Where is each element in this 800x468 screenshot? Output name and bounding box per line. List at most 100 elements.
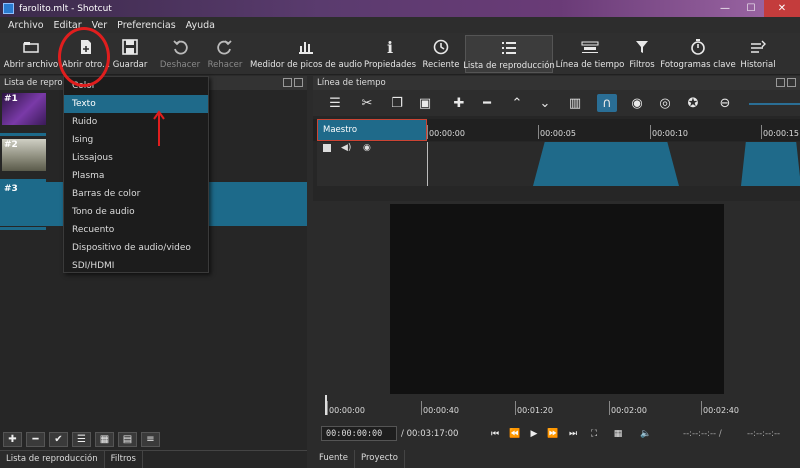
mute-icon[interactable]: ◀)	[341, 143, 351, 153]
timeline-panel: Línea de tiempo ☰ ✂ ❐ ▣ ✚ ━ ⌃ ⌄ ▥ ∩ ◉ ◎ …	[313, 76, 800, 201]
playlist-label: Lista de reproducción	[463, 61, 555, 71]
undo-label: Deshacer	[159, 60, 201, 70]
timeline-panel-header: Línea de tiempo	[313, 76, 800, 90]
remove-icon[interactable]: ━	[477, 94, 497, 112]
scrub-tick	[327, 401, 328, 415]
fast-forward-icon[interactable]: ⏩	[546, 427, 560, 441]
player-scrubber[interactable]: 00:00:00 00:00:40 00:01:20 00:02:00 00:0…	[313, 395, 800, 421]
timeline-icon	[579, 37, 601, 57]
menu-item-color-bars[interactable]: Barras de color	[64, 185, 208, 203]
append-icon[interactable]: ✚	[449, 94, 469, 112]
menu-item-ising[interactable]: Ising	[64, 131, 208, 149]
in-point: --:--:--:-- /	[683, 429, 722, 439]
timecode-input[interactable]: 00:00:00:00	[321, 426, 397, 441]
audio-meter-icon	[295, 37, 317, 57]
menu-archivo[interactable]: Archivo	[4, 20, 50, 31]
filter-icon	[631, 37, 653, 57]
timeline-clip[interactable]	[533, 142, 679, 186]
lift-icon[interactable]: ⌃	[507, 94, 527, 112]
tab-project[interactable]: Proyecto	[355, 450, 405, 468]
playhead[interactable]	[427, 142, 428, 186]
hide-icon[interactable]: ◉	[363, 143, 371, 153]
tick-mark	[761, 125, 762, 139]
track-header: ◀) ◉	[317, 142, 427, 186]
tab-playlist[interactable]: Lista de reproducción	[0, 451, 105, 468]
split-icon[interactable]: ▥	[565, 94, 585, 112]
menu-item-sdi-hdmi[interactable]: SDI/HDMI	[64, 257, 208, 275]
ripple-all-icon[interactable]: ✪	[683, 94, 703, 112]
volume-icon[interactable]: 🔈	[639, 427, 653, 441]
float-panel-icon[interactable]	[776, 78, 785, 87]
close-button[interactable]: ✕	[764, 0, 800, 17]
red-circle-annotation	[58, 27, 110, 87]
tiles-view-icon[interactable]: ▦	[95, 431, 114, 447]
ripple-icon[interactable]: ◎	[655, 94, 675, 112]
details-view-icon[interactable]: ☰	[72, 431, 91, 447]
scrub-tick	[515, 401, 516, 415]
maximize-button[interactable]: ☐	[738, 0, 764, 17]
overwrite-icon[interactable]: ⌄	[535, 94, 555, 112]
menu-icon[interactable]: ≡	[141, 431, 160, 447]
save-label: Guardar	[112, 60, 148, 70]
properties-button[interactable]: i Propiedades	[364, 35, 416, 73]
tick-label: 00:00:05	[540, 129, 576, 138]
copy-icon[interactable]: ❐	[387, 94, 407, 112]
menu-item-noise[interactable]: Ruido	[64, 113, 208, 131]
out-point: --:--:--:--	[747, 429, 781, 439]
icons-view-icon[interactable]: ▤	[118, 431, 137, 447]
redo-button[interactable]: Rehacer	[205, 35, 245, 73]
playlist-button[interactable]: Lista de reproducción	[463, 35, 555, 73]
zoom-out-icon[interactable]: ⊖	[715, 94, 735, 112]
minimize-button[interactable]: —	[712, 0, 738, 17]
menu-item-text[interactable]: Texto	[64, 95, 208, 113]
snap-icon[interactable]: ∩	[597, 94, 617, 112]
paste-icon[interactable]: ▣	[415, 94, 435, 112]
menu-ayuda[interactable]: Ayuda	[182, 20, 221, 31]
scrub-label: 00:02:40	[703, 406, 739, 415]
timeline-menu-icon[interactable]: ☰	[325, 94, 345, 112]
grid-icon[interactable]: ▦	[611, 427, 625, 441]
scrub-label: 00:02:00	[611, 406, 647, 415]
scrub-tick	[609, 401, 610, 415]
stopwatch-icon	[687, 37, 709, 57]
menu-item-lissajous[interactable]: Lissajous	[64, 149, 208, 167]
playlist-item-bar	[0, 227, 46, 230]
scrub-tick	[701, 401, 702, 415]
update-icon[interactable]: ✔	[49, 431, 68, 447]
playlist-item-bar	[0, 133, 46, 136]
master-track-label[interactable]: Maestro	[317, 119, 427, 141]
audio-meter-button[interactable]: Medidor de picos de audio	[250, 35, 362, 73]
float-panel-icon[interactable]	[283, 78, 292, 87]
add-icon[interactable]: ✚	[3, 431, 22, 447]
zoom-icon[interactable]: ⛶	[587, 427, 601, 441]
scrub-icon[interactable]: ◉	[627, 94, 647, 112]
rewind-icon[interactable]: ⏪	[508, 427, 522, 441]
zoom-slider[interactable]	[749, 103, 800, 105]
undo-button[interactable]: Deshacer	[158, 35, 202, 73]
cut-icon[interactable]: ✂	[357, 94, 377, 112]
open-file-button[interactable]: Abrir archivo	[4, 35, 58, 73]
history-button[interactable]: Historial	[740, 35, 776, 73]
recent-label: Reciente	[422, 60, 460, 70]
remove-icon[interactable]: ━	[26, 431, 45, 447]
timeline-clip[interactable]	[741, 142, 800, 186]
play-icon[interactable]: ▶	[527, 427, 541, 441]
tab-filters[interactable]: Filtros	[105, 451, 143, 468]
close-panel-icon[interactable]	[787, 78, 796, 87]
scrub-label: 00:00:40	[423, 406, 459, 415]
skip-next-icon[interactable]: ⏭	[566, 427, 580, 441]
menu-item-countdown[interactable]: Recuento	[64, 221, 208, 239]
timeline-button[interactable]: Línea de tiempo	[556, 35, 624, 73]
menu-preferencias[interactable]: Preferencias	[113, 20, 182, 31]
skip-previous-icon[interactable]: ⏮	[488, 427, 502, 441]
close-panel-icon[interactable]	[294, 78, 303, 87]
tab-source[interactable]: Fuente	[313, 450, 355, 468]
filters-button[interactable]: Filtros	[628, 35, 656, 73]
lock-icon[interactable]	[323, 144, 331, 152]
recent-button[interactable]: Reciente	[421, 35, 461, 73]
menu-item-plasma[interactable]: Plasma	[64, 167, 208, 185]
save-button[interactable]: Guardar	[113, 35, 147, 73]
keyframes-button[interactable]: Fotogramas clave	[660, 35, 736, 73]
menu-item-audio-video-device[interactable]: Dispositivo de audio/video	[64, 239, 208, 257]
menu-item-audio-tone[interactable]: Tono de audio	[64, 203, 208, 221]
